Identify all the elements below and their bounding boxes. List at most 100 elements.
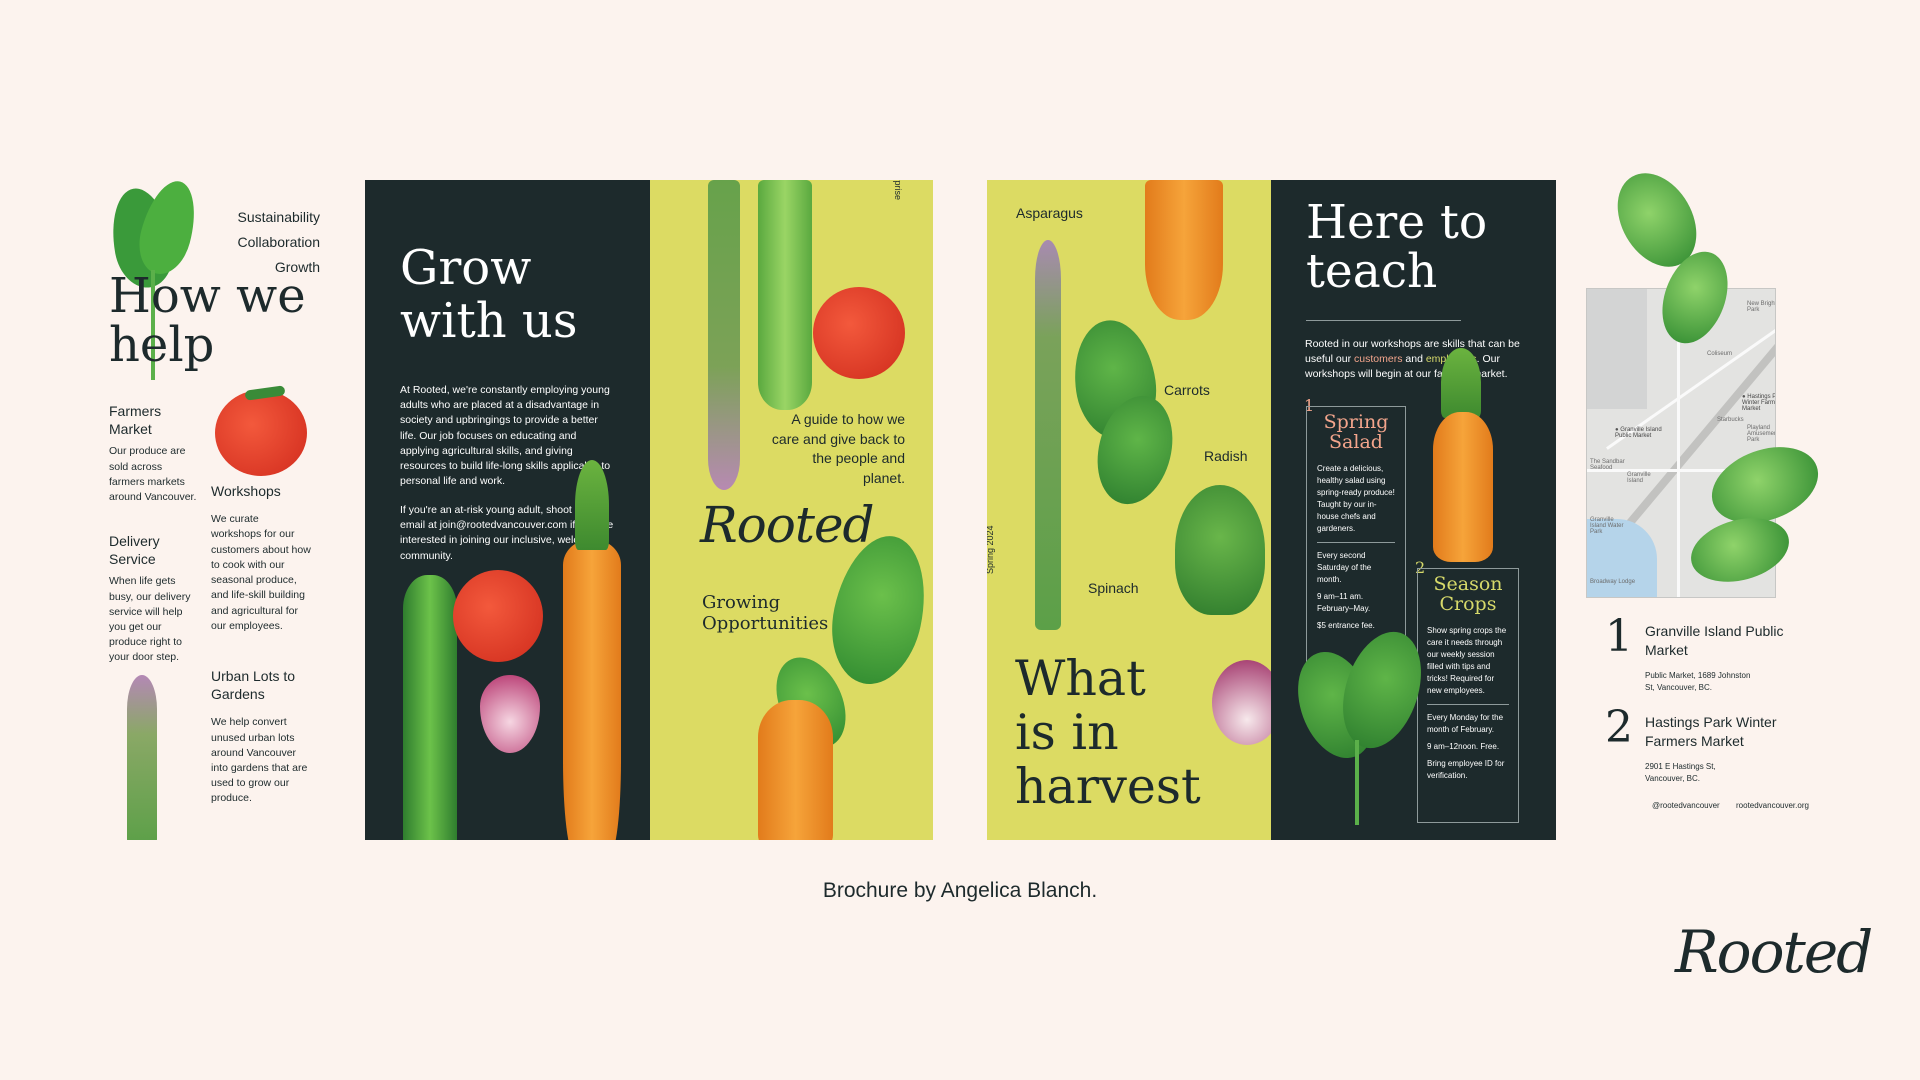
urban-section: Urban Lots to Gardens We help convert un…: [211, 667, 311, 807]
workshop-time: 9 am–12noon. Free.: [1427, 741, 1500, 751]
subtitle-line: Opportunities: [702, 612, 829, 634]
brand-logo: Rooted: [700, 496, 875, 554]
title-line: What: [1015, 650, 1146, 707]
section-heading: Delivery Service: [109, 533, 160, 568]
map-label: Granville Island: [1627, 472, 1651, 484]
map-label: The Sandbar Seafood: [1590, 459, 1625, 471]
panel-harvest: Asparagus Carrots Radish Spinach Spring …: [987, 180, 1271, 840]
teach-title: Here to teach: [1306, 198, 1487, 297]
section-heading: Farmers Market: [109, 403, 162, 438]
cucumber-illustration: [403, 575, 457, 840]
value-item: Collaboration: [237, 234, 321, 251]
subtitle-line: Growing: [702, 592, 781, 613]
brand-logo: Rooted: [1675, 918, 1873, 986]
map-label: Hastings Park Winter Farmers Market: [1742, 394, 1776, 412]
workshop-desc: Create a delicious, healthy salad using …: [1317, 463, 1395, 533]
location-number: 1: [1605, 611, 1633, 662]
radish-illustration: [1212, 660, 1271, 745]
workshop-title: Season Crops: [1433, 573, 1503, 615]
harvest-title: What is in harvest: [1015, 652, 1201, 814]
workshop-fee: $5 entrance fee.: [1317, 620, 1375, 630]
map-label: Playland Amusement Park: [1747, 425, 1776, 443]
location-name: Hastings Park Winter Farmers Market: [1645, 714, 1777, 749]
map-pin-granville[interactable]: ● Granville Island Public Market: [1615, 427, 1665, 439]
map-label: New Brighton Park: [1747, 301, 1776, 313]
social-handle[interactable]: @rootedvancouver: [1652, 801, 1720, 810]
location-hastings: Hastings Park Winter Farmers Market 2901…: [1645, 713, 1795, 785]
map-label: Coliseum: [1707, 351, 1733, 357]
map-pin-hastings[interactable]: ● Hastings Park Winter Farmers Market: [1742, 394, 1776, 412]
divider: [1306, 320, 1461, 321]
carrot-leaves: [575, 460, 609, 550]
map-label: Granville Island Public Market: [1615, 427, 1662, 439]
workshops-section: Workshops We curate workshops for our cu…: [211, 482, 311, 634]
side-label: Spring 2024: [987, 525, 995, 574]
delivery-section: Delivery Service When life gets busy, ou…: [109, 532, 199, 666]
title-line: Grow: [400, 240, 532, 296]
map-label: Granville Island Water Park: [1590, 517, 1624, 535]
workshop-when: Every Monday for the month of February.: [1427, 712, 1504, 734]
cover-tagline: A guide to how we care and give back to …: [771, 411, 905, 486]
panel-how-we-help: Sustainability Collaboration Growth How …: [105, 180, 320, 840]
veg-label: Asparagus: [1016, 205, 1083, 221]
website-link[interactable]: rootedvancouver.org: [1736, 801, 1809, 810]
asparagus-illustration: [1035, 240, 1061, 630]
values-list: Sustainability Collaboration Growth: [238, 208, 321, 277]
workshop-time: 9 am–11 am. February–May.: [1317, 591, 1371, 613]
title-line: Here to: [1306, 195, 1488, 250]
panel-locations: New Brighton Park ● Hastings Park Winter…: [1570, 159, 1840, 840]
radish-illustration: [480, 675, 540, 753]
map-block: [1587, 289, 1647, 409]
value-item: Sustainability: [237, 209, 321, 225]
title-line: harvest: [1015, 757, 1201, 815]
divider: [1427, 703, 1509, 705]
carrot-leaves: [1441, 348, 1481, 418]
tomato-illustration: [813, 287, 905, 379]
workshop-note: Bring employee ID for verification.: [1427, 758, 1505, 780]
location-granville: Granville Island Public Market Public Ma…: [1645, 622, 1795, 694]
section-body: We curate workshops for our customers ab…: [211, 513, 311, 632]
map-label: Starbucks: [1717, 417, 1744, 423]
farmers-section: Farmers Market Our produce are sold acro…: [109, 402, 199, 505]
cucumber-illustration: [758, 180, 812, 410]
divider: [1317, 541, 1395, 543]
cover-subtitle: Growing Opportunities: [702, 592, 829, 634]
intro-highlight-customers: customers: [1354, 353, 1403, 366]
veg-label: Carrots: [1164, 382, 1210, 398]
panel-here-to-teach: Here to teach Rooted in our workshops ar…: [1271, 180, 1556, 840]
section-heading: Workshops: [211, 483, 281, 499]
panel-rooted-cover: Social Enterprise A guide to how we care…: [650, 180, 933, 840]
page-title: How we help: [109, 268, 306, 373]
title-line: teach: [1306, 244, 1438, 300]
panel-grow-with-us: Grow with us At Rooted, we're constantly…: [365, 180, 650, 840]
workshop-when: Every second Saturday of the month.: [1317, 550, 1372, 584]
radish-leaves: [1175, 485, 1265, 615]
side-label: Social Enterprise: [893, 180, 903, 200]
workshop-title: Spring Salad: [1323, 411, 1389, 453]
location-number: 2: [1605, 702, 1633, 753]
title-line: is in: [1015, 703, 1119, 761]
spinach-stem: [1355, 740, 1359, 825]
carrot-illustration: [758, 700, 833, 840]
grow-title: Grow with us: [400, 242, 577, 348]
carrot-illustration: [563, 540, 621, 840]
section-heading: Urban Lots to Gardens: [211, 668, 296, 703]
carrot-illustration: [1145, 180, 1223, 320]
section-body: We help convert unused urban lots around…: [211, 716, 308, 805]
title-line: with us: [400, 292, 578, 349]
veg-label: Radish: [1204, 448, 1248, 464]
location-address: Public Market, 1689 Johnston St, Vancouv…: [1645, 670, 1751, 692]
teach-intro: Rooted in our workshops are skills that …: [1305, 337, 1530, 383]
veg-label: Spinach: [1088, 580, 1139, 596]
workshop-card-season-crops: Season Crops Show spring crops the care …: [1417, 568, 1519, 823]
workshop-desc: Show spring crops the care it needs thro…: [1427, 625, 1507, 695]
map-label: Broadway Lodge: [1590, 579, 1636, 585]
tomato-illustration: [453, 570, 543, 662]
carrot-illustration: [1433, 412, 1493, 562]
caption: Brochure by Angelica Blanch.: [822, 879, 1098, 902]
location-address: 2901 E Hastings St, Vancouver, BC.: [1645, 761, 1716, 783]
tomato-illustration: [215, 390, 307, 476]
asparagus-illustration: [708, 180, 740, 490]
intro-text: and: [1402, 353, 1426, 366]
section-body: Our produce are sold across farmers mark…: [109, 445, 197, 504]
